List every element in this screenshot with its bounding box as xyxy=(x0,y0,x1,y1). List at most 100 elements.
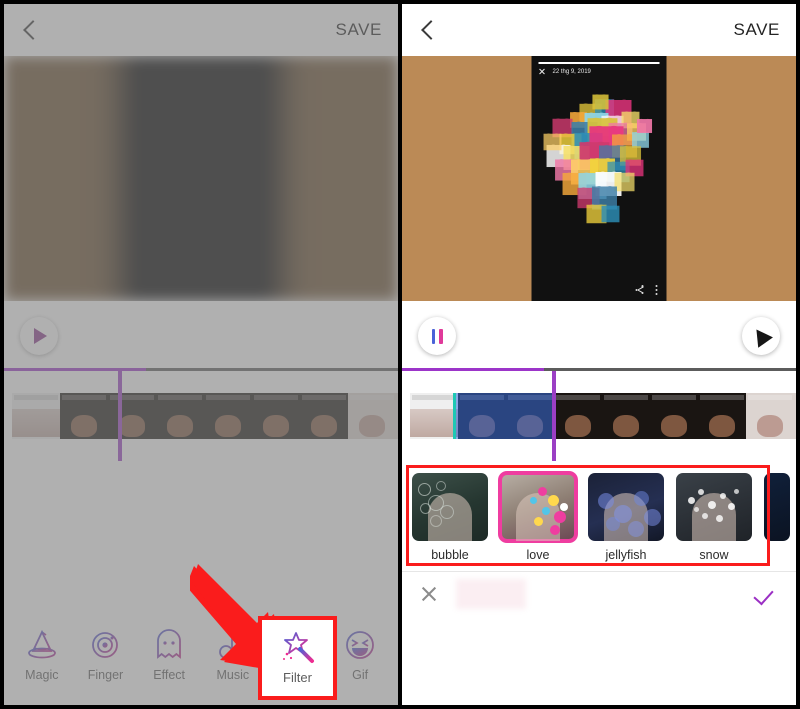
thumb-effect-particle xyxy=(550,525,560,535)
play-button[interactable] xyxy=(20,317,58,355)
thumb-effect-particle xyxy=(628,521,644,537)
blurred-label-chip xyxy=(456,579,526,609)
transport-bar-left xyxy=(4,301,398,371)
timeline-frame[interactable] xyxy=(204,393,252,439)
thumb-effect-particle xyxy=(734,489,739,494)
toolbar-item-label: Filter xyxy=(283,669,312,685)
ghost-face-icon xyxy=(152,628,186,661)
filter-thumb-jellyfish xyxy=(588,473,664,541)
timeline-frame[interactable] xyxy=(108,393,156,439)
timeline-frame[interactable] xyxy=(396,393,398,439)
filter-thumb-snow xyxy=(676,473,752,541)
thumb-effect-particle xyxy=(688,497,695,504)
filter-item-label: snow xyxy=(699,548,729,562)
pause-button[interactable] xyxy=(418,317,456,355)
cancel-button[interactable] xyxy=(420,585,438,603)
panel-before: SAVE MagicFingerEffectMusicFilterGif xyxy=(0,0,400,709)
playhead-right[interactable] xyxy=(551,371,556,461)
filter-item-label: jellyfish xyxy=(605,548,647,562)
timeline-frame[interactable] xyxy=(60,393,108,439)
playhead-left[interactable] xyxy=(118,371,123,461)
thumb-effect-particle xyxy=(538,487,547,496)
timeline-frame[interactable] xyxy=(348,393,396,439)
save-button-right[interactable]: SAVE xyxy=(734,20,781,40)
smiley-face-icon xyxy=(343,629,377,661)
toolbar-item-label: Gif xyxy=(352,667,369,682)
back-chevron-icon[interactable] xyxy=(20,19,42,41)
timeline-right[interactable] xyxy=(402,371,796,461)
thumb-effect-particle xyxy=(716,515,723,522)
timeline-frame[interactable] xyxy=(554,393,602,439)
thumb-effect-particle xyxy=(606,517,620,531)
filter-thumb-love xyxy=(499,472,577,542)
preview-inner-screen-left xyxy=(133,56,269,301)
filter-item-jellyfish[interactable]: jellyfish xyxy=(588,473,664,562)
toolbar-item-filter-highlighted[interactable]: Filter xyxy=(258,616,337,700)
filter-item-snow[interactable]: snow xyxy=(676,473,752,562)
thumb-effect-particle xyxy=(418,483,431,496)
cursor-arrow-icon xyxy=(749,324,773,348)
play-icon xyxy=(34,328,47,344)
heart-particle xyxy=(543,133,562,151)
thumb-effect-particle xyxy=(702,513,708,519)
timeline-frame[interactable] xyxy=(12,393,60,439)
confirm-bar xyxy=(402,571,796,616)
toolbar-item-finger[interactable]: Finger xyxy=(74,629,136,682)
timeline-left[interactable] xyxy=(4,371,398,461)
timeline-frame[interactable] xyxy=(410,393,458,439)
heart-particle xyxy=(592,94,609,110)
heart-particle xyxy=(636,119,653,133)
thumb-effect-particle xyxy=(436,481,446,491)
thumb-effect-particle xyxy=(720,493,726,499)
cursor-tool-button[interactable] xyxy=(742,317,780,355)
filter-item-bubble[interactable]: bubble xyxy=(412,473,488,562)
timeline-frame[interactable] xyxy=(698,393,746,439)
finger-swirl-icon xyxy=(88,629,122,661)
toolbar-item-label: Magic xyxy=(25,667,59,682)
thumb-effect-particle xyxy=(440,505,454,519)
filter-strip[interactable]: bubble love jellyfish snow xyxy=(402,461,796,571)
accept-button[interactable] xyxy=(756,583,778,605)
toolbar-item-magic[interactable]: Magic xyxy=(11,629,73,682)
heart-particle xyxy=(601,205,620,223)
timeline-frame[interactable] xyxy=(252,393,300,439)
save-button-left[interactable]: SAVE xyxy=(336,20,383,40)
filmstrip-left[interactable] xyxy=(12,393,398,439)
video-preview-right[interactable]: 22 thg 9, 2019 xyxy=(402,56,796,301)
preview-bottom-actions xyxy=(635,284,658,295)
preview-inner-screen-right: 22 thg 9, 2019 xyxy=(531,56,667,301)
timeline-frame[interactable] xyxy=(794,393,796,439)
thumb-effect-particle xyxy=(644,509,661,526)
toolbar-item-gif[interactable]: Gif xyxy=(329,629,391,682)
filter-item-next-partial[interactable] xyxy=(764,473,790,541)
wizard-hat-icon xyxy=(25,629,59,661)
timeline-selection[interactable] xyxy=(453,393,552,439)
screenshot-root: SAVE MagicFingerEffectMusicFilterGif xyxy=(0,0,800,709)
thumb-effect-particle xyxy=(530,497,537,504)
toolbar-item-label: Finger xyxy=(87,667,124,682)
pause-icon xyxy=(431,328,443,344)
thumb-effect-particle xyxy=(694,507,699,512)
thumb-effect-particle xyxy=(542,507,550,515)
toolbar-item-label: Effect xyxy=(153,667,185,682)
video-preview-left[interactable] xyxy=(4,56,398,301)
thumb-effect-particle xyxy=(634,491,649,506)
filter-thumb-next xyxy=(764,473,790,541)
thumb-effect-particle xyxy=(430,515,442,527)
timeline-frame[interactable] xyxy=(602,393,650,439)
timeline-frame[interactable] xyxy=(156,393,204,439)
thumb-effect-particle xyxy=(560,503,568,511)
share-icon[interactable] xyxy=(635,285,644,295)
thumb-portrait xyxy=(692,493,736,541)
app-bar-left: SAVE xyxy=(4,4,398,56)
more-vertical-icon[interactable] xyxy=(655,284,658,295)
timeline-frame[interactable] xyxy=(650,393,698,439)
filter-item-love[interactable]: love xyxy=(499,472,577,562)
app-bar-right: SAVE xyxy=(402,4,796,56)
transport-bar-right xyxy=(402,301,796,371)
back-chevron-icon[interactable] xyxy=(418,19,440,41)
timeline-frame[interactable] xyxy=(300,393,348,439)
timeline-frame[interactable] xyxy=(746,393,794,439)
thumb-effect-particle xyxy=(598,493,614,509)
heart-particle xyxy=(614,172,635,192)
